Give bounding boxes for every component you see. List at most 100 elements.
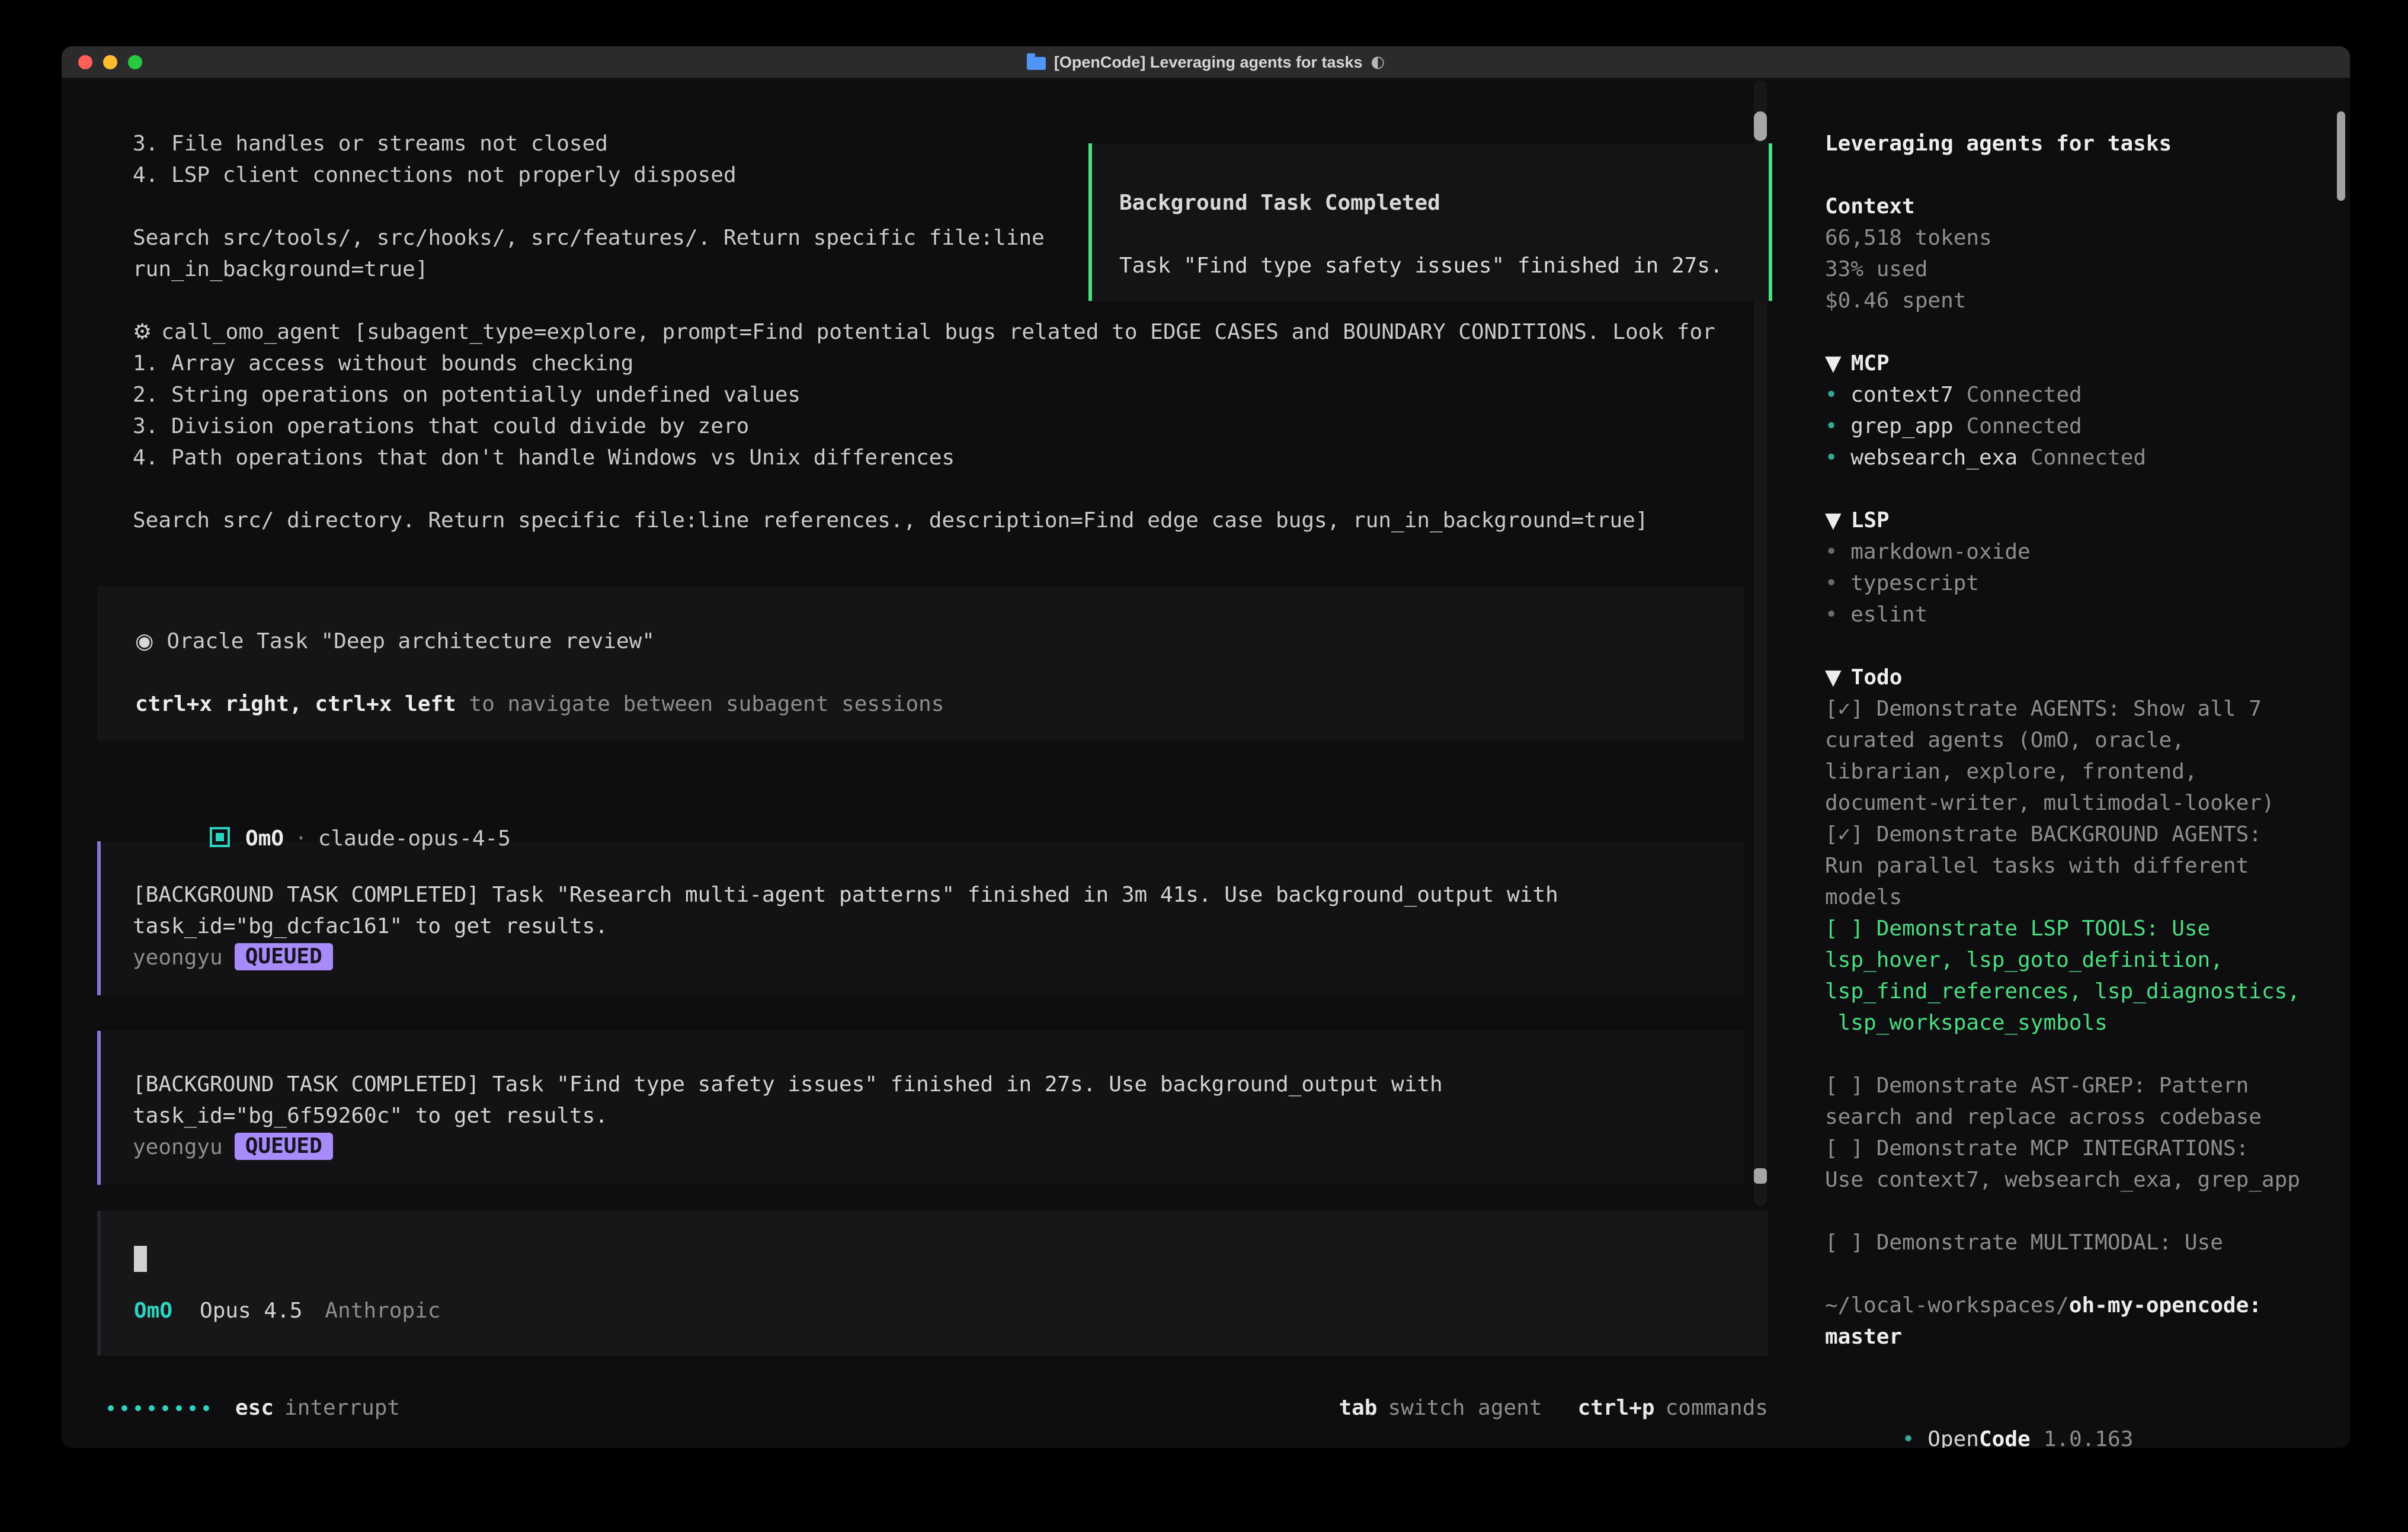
workspace-branch: master (1825, 1321, 2314, 1352)
commands-key-hint: ctrl+p (1578, 1392, 1655, 1424)
agent-header: OmO·claude-opus-4-5 (133, 791, 1774, 823)
task-message: [BACKGROUND TASK COMPLETED] Task "Find t… (97, 1031, 1744, 1185)
window-title-text: [OpenCode] Leveraging agents for tasks (1054, 46, 1363, 78)
app-name-open: Open (1927, 1427, 1979, 1448)
esc-key-label: interrupt (284, 1392, 400, 1424)
blank-line (1825, 316, 2314, 348)
terminal-line: 1. Array access without bounds checking (133, 348, 1762, 379)
mcp-status: Connected (1967, 414, 2082, 438)
todo-line-pending: search and replace across codebase (1825, 1101, 2314, 1133)
todo-line-done: Run parallel tasks with different (1825, 850, 2314, 882)
todo-line-done: [✓] Demonstrate AGENTS: Show all 7 (1825, 693, 2314, 725)
activity-dot (121, 1405, 127, 1411)
context-tokens: 66,518 tokens (1825, 222, 2314, 254)
todo-line-done: document-writer, multimodal-looker) (1825, 787, 2314, 819)
blank-line (1825, 1258, 2314, 1290)
model-row: OmOOpus 4.5Anthropic (134, 1295, 1768, 1326)
terminal-line: 3. Division operations that could divide… (133, 411, 1762, 442)
text-cursor (134, 1246, 147, 1272)
folder-icon (1027, 57, 1046, 70)
bullet-icon: • (1825, 540, 1837, 564)
scrollbar-thumb[interactable] (1754, 111, 1767, 141)
todo-section-header[interactable]: ▼ Todo (1825, 662, 2314, 693)
context-heading: Context (1825, 191, 2314, 222)
toast-body: Task "Find type safety issues" finished … (1119, 250, 1769, 281)
input-line[interactable] (134, 1244, 1768, 1275)
window-title: [OpenCode] Leveraging agents for tasks ◐ (1027, 46, 1385, 78)
mcp-status: Connected (1967, 383, 2082, 407)
activity-dot (162, 1405, 168, 1411)
gear-icon: ⚙ (133, 320, 152, 344)
sidebar: Leveraging agents for tasks Context 66,5… (1801, 78, 2350, 1448)
message-line: [BACKGROUND TASK COMPLETED] Task "Find t… (133, 1069, 1744, 1100)
terminal-line: 2. String operations on potentially unde… (133, 379, 1762, 411)
lsp-item: • eslint (1825, 599, 2314, 630)
minimize-button[interactable] (103, 55, 117, 69)
bullet-icon: • (1825, 383, 1837, 407)
lsp-name: eslint (1850, 602, 1927, 627)
todo-line-pending: Use context7, websearch_exa, grep_app (1825, 1164, 2314, 1196)
session-title: Leveraging agents for tasks (1825, 128, 2314, 159)
activity-dot (203, 1405, 209, 1411)
activity-dot (176, 1405, 182, 1411)
mcp-item: •context7Connected (1825, 379, 2314, 411)
titlebar[interactable]: [OpenCode] Leveraging agents for tasks ◐ (62, 46, 2350, 78)
todo-line-pending: [ ] Demonstrate MULTIMODAL: Use (1825, 1227, 2314, 1258)
mcp-section-header[interactable]: ▼MCP (1825, 348, 2314, 379)
collapse-triangle-icon: ▼ (1825, 665, 1842, 690)
oracle-icon: ◉ (135, 629, 153, 653)
collapse-triangle-icon: ▼ (1825, 351, 1842, 376)
workspace-path: ~/local-workspaces/oh-my-opencode: (1825, 1290, 2314, 1321)
bullet-icon: • (1825, 602, 1837, 627)
message-line: [BACKGROUND TASK COMPLETED] Task "Resear… (133, 879, 1744, 911)
blank-line (135, 657, 1744, 688)
scrollbar-thumb[interactable] (1754, 1168, 1767, 1184)
toast-title: Background Task Completed (1119, 187, 1769, 219)
tab-key-label: switch agent (1388, 1392, 1542, 1424)
terminal-window: [OpenCode] Leveraging agents for tasks ◐… (62, 46, 2350, 1448)
todo-line-active: lsp_workspace_symbols (1825, 1007, 2314, 1039)
window-controls (78, 46, 142, 78)
separator-dot: · (294, 826, 308, 851)
input-model-label: Opus 4.5 (200, 1299, 302, 1323)
todo-line-pending: [ ] Demonstrate MCP INTEGRATIONS: (1825, 1133, 2314, 1164)
tool-call-text: call_omo_agent [subagent_type=explore, p… (161, 320, 1715, 344)
todo-line-done: [✓] Demonstrate BACKGROUND AGENTS: (1825, 819, 2314, 850)
zoom-button[interactable] (128, 55, 142, 69)
mcp-status: Connected (2031, 446, 2146, 470)
navigation-hint: ctrl+x right, ctrl+x left to navigate be… (135, 688, 1744, 720)
oracle-task-title-row: ◉Oracle Task "Deep architecture review" (135, 626, 1744, 657)
version-footer: •OpenCode1.0.163 (1825, 1392, 2133, 1424)
mcp-name: grep_app (1850, 414, 1953, 438)
blank-line (1119, 219, 1769, 250)
workspace-prefix: ~/local-workspaces/ (1825, 1293, 2069, 1318)
todo-line-done: models (1825, 882, 2314, 913)
blank-line (1825, 1039, 2314, 1070)
close-button[interactable] (78, 55, 92, 69)
sidebar-scrollbar-thumb[interactable] (2337, 111, 2345, 201)
input-provider-label: Anthropic (325, 1299, 440, 1323)
blank-line (1825, 473, 2314, 505)
message-line: task_id="bg_dcfac161" to get results. (133, 911, 1744, 942)
bullet-icon: • (1825, 446, 1837, 470)
todo-heading: Todo (1851, 665, 1903, 690)
lsp-name: typescript (1850, 571, 1979, 595)
prompt-input[interactable]: OmOOpus 4.5Anthropic (97, 1211, 1768, 1355)
spinner-icon: ◐ (1371, 46, 1385, 78)
context-spent: $0.46 spent (1825, 285, 2314, 316)
message-meta: yeongyuQUEUED (133, 1132, 1744, 1163)
todo-line-active: lsp_hover, lsp_goto_definition, (1825, 944, 2314, 976)
blank-line (1825, 159, 2314, 191)
terminal-line: Search src/ directory. Return specific f… (133, 505, 1762, 536)
commands-key-label: commands (1666, 1392, 1768, 1424)
message-meta: yeongyuQUEUED (133, 942, 1744, 973)
activity-dots (108, 1405, 209, 1411)
app-name-code: Code (1979, 1427, 2031, 1448)
background-task-toast[interactable]: Background Task Completed Task "Find typ… (1088, 143, 1772, 301)
esc-key-hint: esc (235, 1392, 274, 1424)
todo-line-active: lsp_find_references, lsp_diagnostics, (1825, 976, 2314, 1007)
todo-line-active: [ ] Demonstrate LSP TOOLS: Use (1825, 913, 2314, 944)
lsp-heading: LSP (1851, 508, 1890, 533)
lsp-section-header[interactable]: ▼LSP (1825, 505, 2314, 536)
author-label: yeongyu (133, 1135, 223, 1159)
